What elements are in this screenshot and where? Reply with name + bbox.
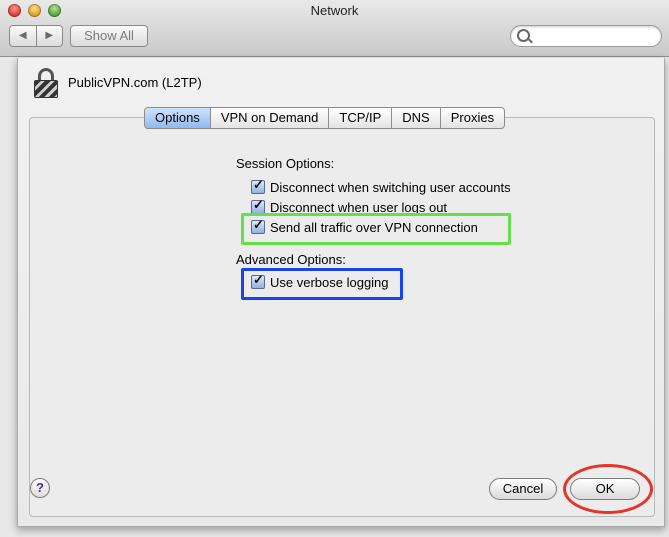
green-highlight-annotation [241, 213, 511, 245]
tab-dns[interactable]: DNS [392, 108, 441, 128]
back-button[interactable]: ◀ [10, 26, 37, 46]
title-bar: Network ◀ ▶ Show All [0, 0, 669, 57]
search-icon [517, 29, 530, 42]
advanced-options-heading: Advanced Options: [236, 252, 346, 267]
vpn-options-sheet: PublicVPN.com (L2TP) Options VPN on Dema… [17, 58, 665, 527]
options-group-box [29, 117, 655, 517]
search-field[interactable] [510, 25, 662, 47]
cancel-button[interactable]: Cancel [489, 478, 557, 500]
session-options-heading: Session Options: [236, 156, 335, 171]
vpn-lock-icon [34, 68, 58, 98]
checkmark-icon: ✓ [253, 197, 264, 212]
disconnect-switching-users-checkbox[interactable]: ✓ [251, 177, 265, 194]
tab-proxies[interactable]: Proxies [441, 108, 504, 128]
tab-options[interactable]: Options [145, 108, 211, 128]
checkmark-icon: ✓ [253, 177, 264, 192]
forward-button[interactable]: ▶ [37, 26, 63, 46]
checkbox-label: Disconnect when switching user accounts [270, 179, 511, 195]
show-all-button[interactable]: Show All [70, 25, 148, 47]
disconnect-logout-checkbox[interactable]: ✓ [251, 197, 265, 214]
back-forward-control: ◀ ▶ [9, 25, 63, 47]
tab-vpn-on-demand[interactable]: VPN on Demand [211, 108, 330, 128]
tab-tcp-ip[interactable]: TCP/IP [329, 108, 393, 128]
window-title: Network [310, 3, 359, 18]
disconnect-switching-users-option[interactable]: ✓ Disconnect when switching user account… [251, 177, 511, 196]
blue-highlight-annotation [241, 268, 403, 300]
help-button[interactable]: ? [30, 478, 50, 498]
red-circle-annotation [563, 464, 653, 514]
connection-title: PublicVPN.com (L2TP) [68, 75, 202, 90]
tab-bar: Options VPN on Demand TCP/IP DNS Proxies [144, 107, 506, 129]
